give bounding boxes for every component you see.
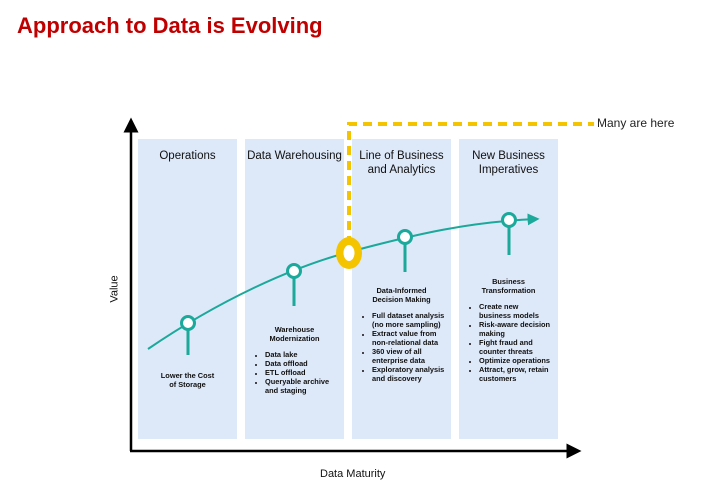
milestone-marker — [180, 315, 196, 355]
y-axis-label: Value — [108, 275, 121, 303]
maturity-diagram — [123, 117, 594, 459]
growth-curve — [147, 213, 540, 350]
milestone-marker — [397, 229, 413, 272]
milestone-marker — [501, 212, 517, 255]
x-axis-label: Data Maturity — [320, 468, 386, 480]
current-position-marker — [336, 237, 362, 269]
threshold-label: Many are here — [597, 116, 675, 130]
threshold-dashed-line — [347, 122, 594, 245]
milestone-marker — [286, 263, 302, 306]
